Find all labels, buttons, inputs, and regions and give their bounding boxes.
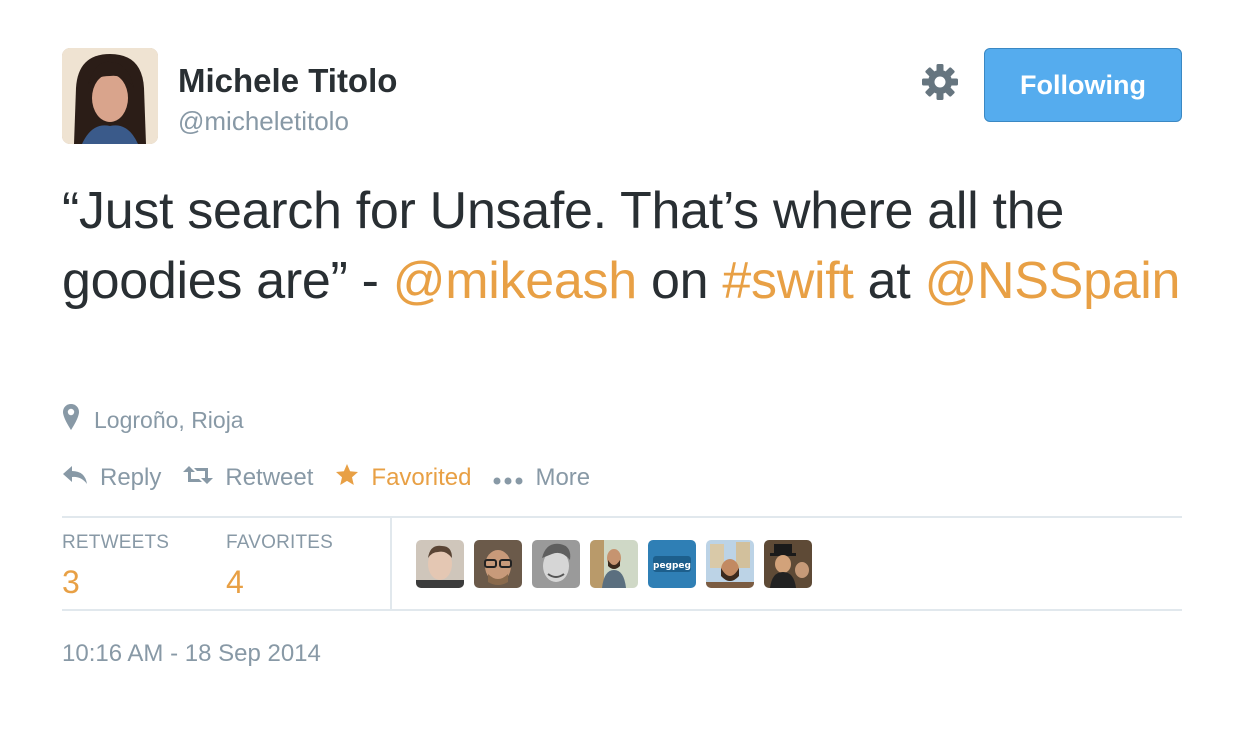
favorites-count: 4: [226, 564, 244, 600]
user-name[interactable]: Michele Titolo: [178, 62, 397, 100]
favorites-stat[interactable]: FAVORITES 4: [226, 532, 333, 601]
favoriter-avatar[interactable]: [532, 540, 580, 588]
mention-link[interactable]: @NSSpain: [925, 252, 1181, 310]
favoriter-avatar[interactable]: [764, 540, 812, 588]
favoriter-avatar-label: pegpeg: [653, 561, 691, 571]
favoriter-avatar[interactable]: [416, 540, 464, 588]
more-dots-icon: [493, 464, 523, 492]
tweet-text-part: on: [636, 252, 723, 310]
more-label: More: [535, 464, 591, 491]
favoriter-avatar[interactable]: [706, 540, 754, 588]
more-button[interactable]: More: [493, 464, 590, 492]
divider: [62, 609, 1182, 611]
retweets-count: 3: [62, 564, 80, 600]
favorites-label: FAVORITES: [226, 532, 334, 553]
favorite-label: Favorited: [371, 464, 472, 491]
favoriter-avatar[interactable]: [590, 540, 638, 588]
retweets-label: RETWEETS: [62, 532, 170, 553]
tweet-actions: Reply Retweet Favorited More: [62, 460, 612, 496]
retweets-stat[interactable]: RETWEETS 3: [62, 532, 169, 601]
favoriters-avatars: pegpeg: [416, 540, 812, 588]
gear-icon[interactable]: [920, 62, 960, 102]
divider: [62, 516, 1182, 518]
tweet-text-part: at: [853, 252, 925, 310]
retweet-icon: [183, 464, 214, 492]
avatar[interactable]: [62, 48, 158, 144]
favoriter-avatar[interactable]: [474, 540, 522, 588]
location-text: Logroño, Rioja: [94, 406, 244, 433]
user-handle[interactable]: @micheletitolo: [178, 106, 349, 137]
reply-icon: [62, 464, 88, 492]
hashtag-link[interactable]: #swift: [722, 252, 853, 310]
favoriter-avatar[interactable]: pegpeg: [648, 540, 696, 588]
tweet-text: “Just search for Unsafe. That’s where al…: [62, 176, 1182, 316]
retweet-label: Retweet: [225, 464, 314, 491]
mention-link[interactable]: @mikeash: [393, 252, 637, 310]
retweet-button[interactable]: Retweet: [183, 464, 313, 492]
map-pin-icon: [62, 403, 80, 437]
favorite-button[interactable]: Favorited: [335, 463, 471, 494]
reply-label: Reply: [100, 464, 162, 491]
star-icon: [335, 463, 359, 494]
divider: [390, 518, 392, 609]
following-button[interactable]: Following: [984, 48, 1182, 122]
tweet-location[interactable]: Logroño, Rioja: [62, 404, 244, 436]
tweet-timestamp[interactable]: 10:16 AM - 18 Sep 2014: [62, 640, 321, 668]
reply-button[interactable]: Reply: [62, 464, 161, 492]
